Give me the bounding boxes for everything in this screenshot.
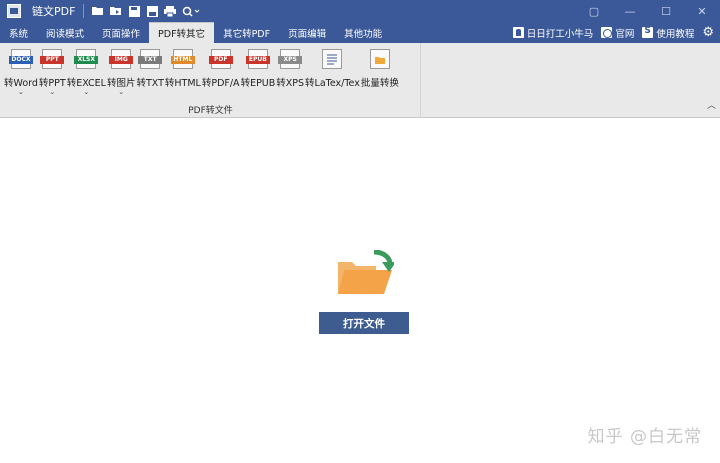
app-logo-icon <box>7 4 21 18</box>
to-ppt-button[interactable]: PPT 转PPT ⌄ <box>39 49 66 97</box>
print-icon[interactable] <box>164 5 177 17</box>
window-controls: ▢ — ☐ ✕ <box>576 0 720 22</box>
menu-bar: 系统 阅读模式 页面操作 PDF转其它 其它转PDF 页面编辑 其他功能 日日打… <box>0 22 720 43</box>
chevron-down-icon[interactable]: ⌄ <box>18 89 24 97</box>
tab-page-operations[interactable]: 页面操作 <box>93 22 149 43</box>
tab-page-edit[interactable]: 页面编辑 <box>279 22 335 43</box>
app-title: 链文PDF <box>32 5 76 18</box>
title-bar: 链文PDF ▢ — ☐ ✕ <box>0 0 720 22</box>
ribbon-tools: DOCX 转Word ⌄ PPT 转PPT ⌄ XLSX 转EXCEL ⌄ IM… <box>4 49 400 97</box>
website-label: 官网 <box>615 28 635 40</box>
xps-file-icon: XPS <box>278 49 303 69</box>
docx-file-icon: DOCX <box>8 49 33 69</box>
ribbon-group-pdf-to-file: DOCX 转Word ⌄ PPT 转PPT ⌄ XLSX 转EXCEL ⌄ IM… <box>0 43 421 118</box>
tutorial-link[interactable]: 使用教程 <box>642 26 694 40</box>
tutorial-label: 使用教程 <box>656 28 695 40</box>
batch-convert-button[interactable]: 批量转换 <box>361 49 399 97</box>
user-icon <box>512 27 524 38</box>
latex-file-icon <box>322 49 343 69</box>
batch-folder-icon <box>369 49 390 69</box>
epub-file-icon: EPUB <box>245 49 270 69</box>
restore-button[interactable]: ▢ <box>576 0 612 22</box>
html-file-icon: HTML <box>170 49 195 69</box>
ppt-file-icon: PPT <box>40 49 65 69</box>
tab-reading-mode[interactable]: 阅读模式 <box>37 22 93 43</box>
to-epub-button[interactable]: EPUB 转EPUB <box>241 49 275 97</box>
save-icon[interactable] <box>146 5 158 17</box>
minimize-button[interactable]: — <box>612 0 648 22</box>
website-link[interactable]: 官网 <box>601 26 634 40</box>
txt-file-icon: TXT <box>138 49 163 69</box>
user-account-link[interactable]: 日日打工小牛马 <box>512 26 594 40</box>
to-xps-button[interactable]: XPS 转XPS <box>276 49 304 97</box>
ribbon-collapse-icon[interactable]: ︿ <box>707 98 716 111</box>
tab-other-functions[interactable]: 其他功能 <box>335 22 391 43</box>
tab-other-to-pdf[interactable]: 其它转PDF <box>214 22 279 43</box>
user-name: 日日打工小牛马 <box>526 28 594 40</box>
title-separator <box>83 4 85 18</box>
close-button[interactable]: ✕ <box>684 0 720 22</box>
folder-open-icon[interactable] <box>92 6 104 17</box>
menu-right: 日日打工小牛马 官网 使用教程 ⚙ <box>505 22 714 43</box>
pdf-file-icon: PDF <box>208 49 233 69</box>
chevron-down-icon[interactable]: ⌄ <box>118 89 124 97</box>
tab-pdf-to-other[interactable]: PDF转其它 <box>149 22 215 43</box>
to-latex-button[interactable]: 转LaTex/Tex <box>305 49 360 97</box>
globe-icon <box>601 27 613 38</box>
open-folder-icon[interactable] <box>336 250 394 298</box>
gear-icon[interactable]: ⚙ <box>702 25 714 40</box>
to-html-button[interactable]: HTML 转HTML <box>165 49 201 97</box>
to-word-button[interactable]: DOCX 转Word ⌄ <box>4 49 38 97</box>
chevron-down-icon[interactable]: ⌄ <box>49 89 55 97</box>
ribbon-group-label: PDF转文件 <box>188 106 233 116</box>
zoom-icon[interactable] <box>182 6 200 17</box>
maximize-button[interactable]: ☐ <box>648 0 684 22</box>
xlsx-file-icon: XLSX <box>74 49 99 69</box>
main-content: 打开文件 知乎 @白无常 <box>0 118 720 463</box>
open-file-button[interactable]: 打开文件 <box>319 312 409 334</box>
help-icon <box>642 26 654 38</box>
img-file-icon: IMG <box>109 49 134 69</box>
folder-icon[interactable] <box>110 6 122 17</box>
save-as-icon[interactable] <box>128 5 140 17</box>
tab-system[interactable]: 系统 <box>0 22 37 43</box>
ribbon: DOCX 转Word ⌄ PPT 转PPT ⌄ XLSX 转EXCEL ⌄ IM… <box>0 43 720 118</box>
to-txt-button[interactable]: TXT 转TXT <box>136 49 164 97</box>
to-pdfa-button[interactable]: PDF 转PDF/A <box>202 49 240 97</box>
watermark: 知乎 @白无常 <box>587 427 702 447</box>
chevron-down-icon[interactable]: ⌄ <box>83 89 89 97</box>
to-excel-button[interactable]: XLSX 转EXCEL ⌄ <box>67 49 106 97</box>
to-image-button[interactable]: IMG 转图片 ⌄ <box>107 49 135 97</box>
